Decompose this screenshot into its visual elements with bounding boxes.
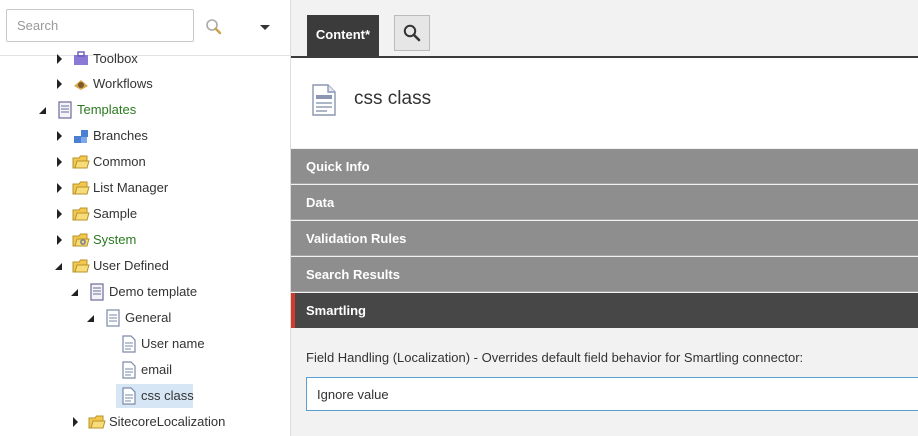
tree-item-common[interactable]: Common (0, 149, 290, 175)
tree-item-templates[interactable]: Templates (0, 97, 290, 123)
tree-item-label: Sample (93, 206, 138, 221)
tree-item-email[interactable]: email (0, 357, 290, 383)
tree-item-workflows[interactable]: Workflows (0, 71, 290, 97)
collapse-arrow-icon[interactable] (70, 279, 82, 305)
workflow-icon (72, 75, 90, 93)
tree-item-css-class[interactable]: css class (0, 383, 290, 409)
content-editor-panel: Content* css class Quick Info Data Valid… (291, 0, 918, 436)
folder-icon (72, 179, 90, 197)
search-input[interactable] (6, 9, 194, 42)
tree-item-label: Branches (93, 128, 148, 143)
tree-item-label: General (125, 310, 172, 325)
section-quick-info[interactable]: Quick Info (291, 149, 918, 184)
template-icon (88, 283, 106, 301)
tree-item-label: Common (93, 154, 146, 169)
tree-item-list-manager[interactable]: List Manager (0, 175, 290, 201)
editor-tab-bar: Content* (291, 0, 918, 58)
tree-item-sitecore-localization[interactable]: SitecoreLocalization (0, 409, 290, 435)
tab-content[interactable]: Content* (307, 15, 379, 56)
tree-item-system[interactable]: System (0, 227, 290, 253)
section-data[interactable]: Data (291, 185, 918, 220)
tree-item-label: List Manager (93, 180, 169, 195)
expand-arrow-icon[interactable] (54, 123, 66, 149)
item-title: css class (354, 88, 432, 109)
expand-arrow-icon[interactable] (54, 149, 66, 175)
branch-icon (72, 127, 90, 145)
tree-item-demo-template[interactable]: Demo template (0, 279, 290, 305)
tree-item-label: User Defined (93, 258, 169, 273)
expand-arrow-icon[interactable] (54, 46, 66, 72)
item-header: css class (291, 58, 918, 148)
collapse-arrow-icon[interactable] (38, 97, 50, 123)
tree-item-label: css class (141, 388, 194, 403)
folder-icon (88, 413, 106, 431)
field-label: Field Handling (Localization) - Override… (306, 350, 804, 365)
folder-icon (72, 257, 90, 275)
expand-arrow-icon[interactable] (54, 71, 66, 97)
tree-item-label: Toolbox (93, 51, 138, 66)
section-validation-rules[interactable]: Validation Rules (291, 221, 918, 256)
field-icon (120, 361, 138, 379)
section-search-results[interactable]: Search Results (291, 257, 918, 292)
tab-search[interactable] (394, 15, 430, 51)
tree-item-label: Demo template (109, 284, 198, 299)
expand-arrow-icon[interactable] (54, 175, 66, 201)
field-icon (120, 387, 138, 405)
search-icon (402, 23, 422, 43)
field-icon (120, 335, 138, 353)
tree-item-toolbox[interactable]: Toolbox (0, 46, 290, 72)
section-smartling[interactable]: Smartling (291, 293, 918, 328)
system-folder-icon (72, 231, 90, 249)
field-icon (311, 84, 337, 116)
search-icon[interactable] (203, 16, 225, 38)
tree-item-label: email (141, 362, 173, 377)
toolbox-icon (72, 50, 90, 68)
tree-item-label: SitecoreLocalization (109, 414, 226, 429)
template-icon (56, 101, 74, 119)
content-tree-panel: Toolbox Workflows Templates Branches Com… (0, 0, 291, 436)
folder-icon (72, 153, 90, 171)
expand-arrow-icon[interactable] (54, 201, 66, 227)
collapse-arrow-icon[interactable] (54, 253, 66, 279)
chevron-down-icon[interactable] (254, 16, 276, 38)
tree-item-general[interactable]: General (0, 305, 290, 331)
tree-item-user-name[interactable]: User name (0, 331, 290, 357)
field-handling-input[interactable] (306, 377, 918, 411)
tree-item-branches[interactable]: Branches (0, 123, 290, 149)
tree-item-label: System (93, 232, 137, 247)
tree-item-label: Templates (77, 102, 137, 117)
expand-arrow-icon[interactable] (70, 409, 82, 435)
expand-arrow-icon[interactable] (54, 227, 66, 253)
tree-item-sample[interactable]: Sample (0, 201, 290, 227)
section-icon (104, 309, 122, 327)
tree-item-user-defined[interactable]: User Defined (0, 253, 290, 279)
tree-item-label: User name (141, 336, 205, 351)
folder-icon (72, 205, 90, 223)
tree-item-label: Workflows (93, 76, 153, 91)
collapse-arrow-icon[interactable] (86, 305, 98, 331)
